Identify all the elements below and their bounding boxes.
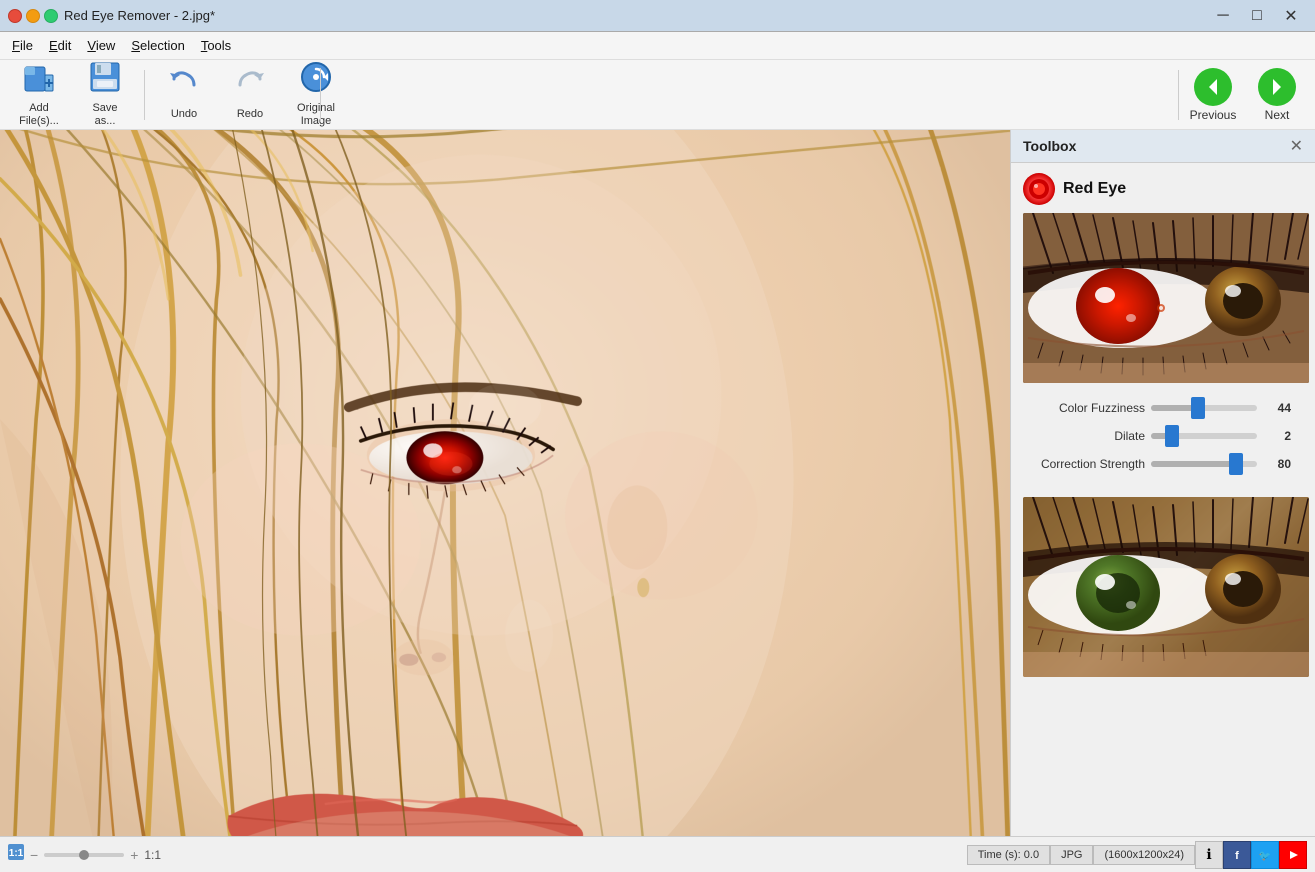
dilate-row: Dilate 2 — [1035, 429, 1291, 443]
maximize-button[interactable]: □ — [1241, 3, 1273, 29]
menu-bar: File Edit View Selection Tools — [0, 32, 1315, 60]
zoom-slider[interactable] — [44, 853, 124, 857]
main-area: Toolbox ✕ Red Eye — [0, 130, 1315, 836]
dot-green[interactable] — [44, 9, 58, 23]
red-eye-title-row: Red Eye — [1023, 173, 1303, 205]
correction-strength-slider[interactable] — [1151, 461, 1257, 467]
title-controls: ─ □ ✕ — [1207, 3, 1307, 29]
previous-button[interactable]: Previous — [1183, 65, 1243, 125]
zoom-icon: 1:1 — [8, 844, 24, 865]
share-twitter-button[interactable]: 🐦 — [1251, 841, 1279, 869]
previous-label: Previous — [1190, 108, 1237, 122]
toolbar-sep-1 — [144, 70, 145, 120]
next-icon — [1258, 68, 1296, 106]
controls-section: Color Fuzziness 44 Dilate 2 — [1023, 393, 1303, 497]
undo-label: Undo — [171, 108, 197, 121]
menu-edit[interactable]: Edit — [41, 34, 79, 57]
toolbox-title: Toolbox — [1023, 138, 1076, 154]
toolbox-header: Toolbox ✕ — [1011, 130, 1315, 163]
info-button[interactable]: ℹ — [1195, 841, 1223, 869]
correction-strength-value: 80 — [1263, 457, 1291, 471]
share-youtube-button[interactable] — [1279, 841, 1307, 869]
svg-text:1:1: 1:1 — [9, 848, 24, 859]
title-bar: Red Eye Remover - 2.jpg* ─ □ ✕ — [0, 0, 1315, 32]
original-image-icon — [300, 61, 332, 100]
original-image-label: OriginalImage — [297, 102, 335, 128]
save-as-label: Saveas... — [92, 102, 117, 128]
svg-text:🐦: 🐦 — [1259, 851, 1271, 862]
correction-strength-row: Correction Strength 80 — [1035, 457, 1291, 471]
zoom-out-button[interactable]: − — [30, 847, 38, 863]
red-eye-label: Red Eye — [1063, 180, 1126, 198]
toolbar-right: Previous Next — [1178, 65, 1307, 125]
share-facebook-button[interactable]: f — [1223, 841, 1251, 869]
add-files-label: AddFile(s)... — [19, 102, 59, 128]
red-eye-icon — [1023, 173, 1055, 205]
color-fuzziness-row: Color Fuzziness 44 — [1035, 401, 1291, 415]
zoom-label: 1:1 — [144, 848, 161, 862]
dilate-value: 2 — [1263, 429, 1291, 443]
color-fuzziness-label: Color Fuzziness — [1035, 401, 1145, 415]
redo-icon — [234, 67, 266, 106]
undo-button[interactable]: Undo — [153, 65, 215, 125]
status-right: Time (s): 0.0 JPG (1600x1200x24) ℹ f 🐦 — [967, 841, 1307, 869]
minimize-button[interactable]: ─ — [1207, 3, 1239, 29]
dilate-slider[interactable] — [1151, 433, 1257, 439]
window-dots — [8, 9, 58, 23]
redo-button[interactable]: Redo — [219, 65, 281, 125]
canvas-area[interactable] — [0, 130, 1010, 836]
title-bar-left: Red Eye Remover - 2.jpg* — [8, 8, 215, 23]
canvas-image — [0, 130, 1010, 836]
toolbox-close-button[interactable]: ✕ — [1290, 136, 1303, 156]
status-bar: 1:1 − + 1:1 Time (s): 0.0 JPG (1600x1200… — [0, 836, 1315, 872]
save-icon — [89, 61, 121, 100]
time-status: Time (s): 0.0 — [967, 845, 1050, 865]
status-left: 1:1 − + 1:1 — [8, 844, 161, 865]
zoom-in-button[interactable]: + — [130, 847, 138, 863]
original-image-button[interactable]: OriginalImage — [285, 65, 347, 125]
color-fuzziness-slider[interactable] — [1151, 405, 1257, 411]
correction-strength-label: Correction Strength — [1035, 457, 1145, 471]
add-files-icon — [23, 61, 55, 100]
menu-tools[interactable]: Tools — [193, 34, 239, 57]
previous-icon — [1194, 68, 1232, 106]
menu-view[interactable]: View — [79, 34, 123, 57]
svg-text:f: f — [1235, 850, 1239, 862]
next-label: Next — [1265, 108, 1290, 122]
dot-red[interactable] — [8, 9, 22, 23]
close-button[interactable]: ✕ — [1275, 3, 1307, 29]
red-eye-section: Red Eye — [1011, 163, 1315, 697]
eye-preview-before — [1023, 213, 1309, 383]
color-fuzziness-value: 44 — [1263, 401, 1291, 415]
dot-yellow[interactable] — [26, 9, 40, 23]
nav-divider — [1178, 70, 1179, 120]
add-files-button[interactable]: AddFile(s)... — [8, 65, 70, 125]
eye-preview-after — [1023, 497, 1309, 677]
next-button[interactable]: Next — [1247, 65, 1307, 125]
window-title: Red Eye Remover - 2.jpg* — [64, 8, 215, 23]
toolbar: AddFile(s)... Saveas... Undo — [0, 60, 1315, 130]
save-as-button[interactable]: Saveas... — [74, 65, 136, 125]
undo-icon — [168, 67, 200, 106]
menu-file[interactable]: File — [4, 34, 41, 57]
dimensions-status: (1600x1200x24) — [1093, 845, 1195, 865]
menu-selection[interactable]: Selection — [123, 34, 192, 57]
toolbox-panel: Toolbox ✕ Red Eye — [1010, 130, 1315, 836]
redo-label: Redo — [237, 108, 263, 121]
toolbar-sep-2 — [320, 68, 321, 122]
dilate-label: Dilate — [1035, 429, 1145, 443]
format-status: JPG — [1050, 845, 1093, 865]
